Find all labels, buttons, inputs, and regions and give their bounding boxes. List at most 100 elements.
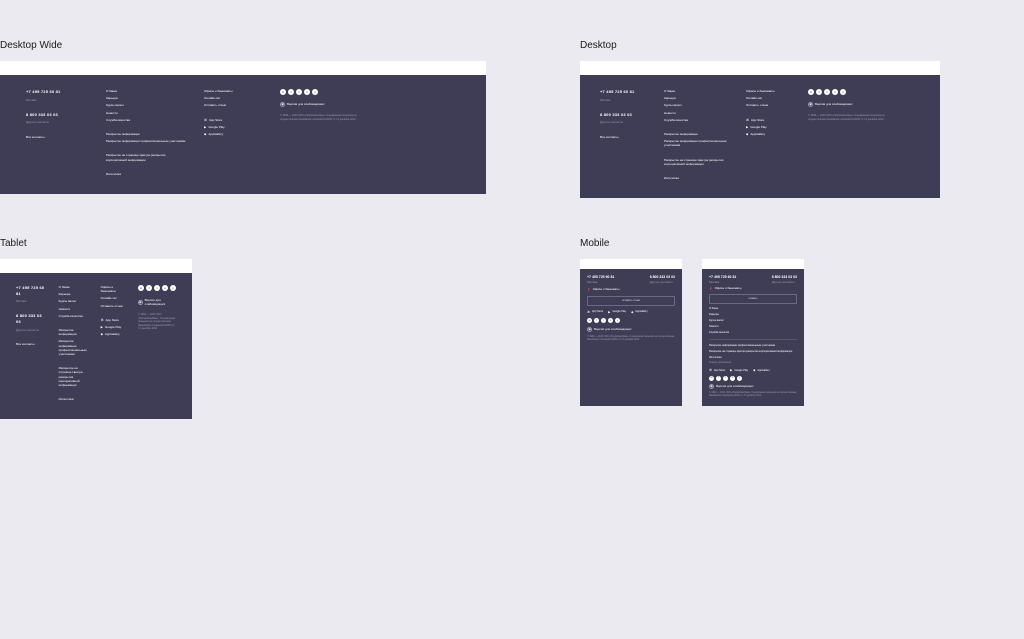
support-offices[interactable]: Офисы и банкоматы — [101, 285, 124, 293]
social-fb-icon[interactable]: f — [146, 285, 152, 291]
social-vk-icon[interactable]: w — [587, 318, 592, 323]
accessibility-link[interactable]: ◉ Версия для слабовидящих — [709, 384, 797, 389]
nav-blog[interactable]: Интеллика — [59, 397, 87, 401]
support-offices[interactable]: 📍 Офисы и банкоматы — [709, 287, 797, 291]
phone-free[interactable]: 8 800 333 03 03 — [600, 112, 650, 118]
social-ok-icon[interactable]: o — [730, 376, 735, 381]
nav-disclosure-pro[interactable]: Раскрытие информации профессиональным уч… — [709, 344, 797, 348]
social-tw-icon[interactable]: t — [824, 89, 830, 95]
app-gallery-link[interactable]: ◆AppGallery — [101, 332, 124, 336]
call-button[interactable]: позвать — [709, 294, 797, 304]
social-ok-icon[interactable]: o — [832, 89, 838, 95]
social-vk-icon[interactable]: w — [138, 285, 144, 291]
nav-blog[interactable]: Интеллика — [664, 176, 732, 180]
google-play-link[interactable]: ▶Google Play — [101, 325, 124, 329]
social-yt-icon[interactable]: y — [615, 318, 620, 323]
support-chat[interactable]: Онлайн-чат — [746, 96, 794, 100]
nav-disclosure[interactable]: Раскрытие информации — [664, 132, 732, 136]
nav-about[interactable]: О банке — [709, 307, 797, 311]
social-tw-icon[interactable]: t — [154, 285, 160, 291]
social-fb-icon[interactable]: f — [816, 89, 822, 95]
app-gallery-link[interactable]: ◆AppGallery — [753, 368, 770, 372]
phone-moscow[interactable]: +7 495 725 60 81 — [26, 89, 88, 95]
nav-social[interactable]: Служба качества — [106, 118, 186, 122]
nav-news[interactable]: Новости — [59, 307, 87, 311]
nav-exchange[interactable]: Курсы валют — [709, 319, 797, 323]
phone-moscow[interactable]: +7 495 725 60 81 — [600, 89, 650, 95]
phone-free[interactable]: 8 800 333 03 03 — [16, 313, 45, 324]
all-contacts-link[interactable]: Все контакты — [600, 135, 650, 139]
app-store-link[interactable]: ⌘App Store — [709, 368, 725, 372]
support-feedback[interactable]: Оставить отзыв — [746, 103, 794, 107]
nav-disclosure-center[interactable]: Раскрытие на странице Центра раскрытия к… — [664, 158, 732, 166]
support-feedback[interactable]: Оставить отзыв — [101, 304, 124, 308]
nav-blog[interactable]: Интеллика — [709, 356, 797, 360]
social-tw-icon[interactable]: t — [601, 318, 606, 323]
google-play-link[interactable]: ▶Google Play — [204, 125, 262, 129]
social-fb-icon[interactable]: f — [594, 318, 599, 323]
accessibility-link[interactable]: ◉ Версия для слабовидящих — [808, 102, 920, 107]
social-ok-icon[interactable]: o — [162, 285, 168, 291]
social-yt-icon[interactable]: y — [170, 285, 176, 291]
phone-moscow[interactable]: +7 495 725 60 81 — [16, 285, 45, 296]
nav-social[interactable]: Служба качества — [664, 118, 732, 122]
nav-disclosure-center[interactable]: Раскрытие на странице Центра раскрытия к… — [709, 350, 797, 354]
social-tw-icon[interactable]: t — [723, 376, 728, 381]
google-play-link[interactable]: ▶Google Play — [730, 368, 748, 372]
nav-careers[interactable]: Карьера — [106, 96, 186, 100]
support-feedback[interactable]: Оставить отзыв — [204, 103, 262, 107]
support-chat[interactable]: Онлайн-чат — [204, 96, 262, 100]
accessibility-link[interactable]: ◉ Версия для слабовидящих — [587, 327, 675, 332]
nav-disclosure-pro[interactable]: Раскрытие информации профессиональным уч… — [106, 139, 186, 143]
support-offices[interactable]: 📍 Офисы и банкоматы — [587, 288, 675, 292]
support-offices[interactable]: Офисы и банкоматы — [204, 89, 262, 93]
nav-about[interactable]: О банке — [59, 285, 87, 289]
nav-exchange[interactable]: Курсы валют — [59, 299, 87, 303]
nav-disclosure-pro[interactable]: Раскрытие информации профессиональным уч… — [664, 139, 732, 147]
social-fb-icon[interactable]: f — [716, 376, 721, 381]
social-yt-icon[interactable]: y — [737, 376, 742, 381]
app-gallery-link[interactable]: ◆AppGallery — [746, 132, 794, 136]
app-store-link[interactable]: ⌘App Store — [746, 118, 794, 122]
nav-news[interactable]: Новости — [106, 111, 186, 115]
nav-news[interactable]: Новости — [664, 111, 732, 115]
social-vk-icon[interactable]: w — [808, 89, 814, 95]
social-ok-icon[interactable]: o — [304, 89, 310, 95]
nav-about[interactable]: О банке — [106, 89, 186, 93]
app-gallery-link[interactable]: ◆AppGallery — [204, 132, 262, 136]
google-play-link[interactable]: ▶Google Play — [608, 310, 626, 314]
nav-disclosure[interactable]: Раскрытие информации — [106, 132, 186, 136]
social-vk-icon[interactable]: w — [280, 89, 286, 95]
nav-disclosure-center[interactable]: Раскрытие на странице Центра раскрытия к… — [59, 366, 87, 387]
nav-careers[interactable]: Карьера — [709, 313, 797, 317]
nav-news[interactable]: Новости — [709, 325, 797, 329]
nav-social[interactable]: Служба качества — [709, 331, 797, 335]
social-fb-icon[interactable]: f — [288, 89, 294, 95]
google-play-link[interactable]: ▶Google Play — [746, 125, 794, 129]
social-ok-icon[interactable]: o — [608, 318, 613, 323]
app-gallery-link[interactable]: ◆AppGallery — [631, 310, 648, 314]
feedback-button[interactable]: оставить отзыв — [587, 296, 675, 306]
social-tw-icon[interactable]: t — [296, 89, 302, 95]
nav-social[interactable]: Служба качества — [59, 314, 87, 318]
accessibility-link[interactable]: ◉ Версия для слабовидящих — [138, 298, 176, 306]
phone-free[interactable]: 8 800 333 03 03 — [26, 112, 88, 118]
social-yt-icon[interactable]: y — [840, 89, 846, 95]
all-contacts-link[interactable]: Все контакты — [26, 135, 88, 139]
nav-exchange[interactable]: Курсы валют — [664, 103, 732, 107]
support-offices[interactable]: Офисы и банкоматы — [746, 89, 794, 93]
app-store-link[interactable]: ⌘App Store — [587, 310, 603, 314]
support-chat[interactable]: Онлайн-чат — [101, 296, 124, 300]
nav-about[interactable]: О банке — [664, 89, 732, 93]
all-contacts-link[interactable]: Все контакты — [16, 342, 45, 346]
nav-disclosure-center[interactable]: Раскрытие на странице Центра раскрытия к… — [106, 153, 186, 161]
nav-careers[interactable]: Карьера — [59, 292, 87, 296]
app-store-link[interactable]: ⌘App Store — [101, 318, 124, 322]
nav-disclosure-pro[interactable]: Раскрытие информации профессиональным уч… — [59, 339, 87, 356]
nav-disclosure[interactable]: Раскрытие информации — [59, 328, 87, 336]
nav-exchange[interactable]: Курсы валют — [106, 103, 186, 107]
app-store-link[interactable]: ⌘App Store — [204, 118, 262, 122]
accessibility-link[interactable]: ◉ Версия для слабовидящих — [280, 102, 460, 107]
social-vk-icon[interactable]: w — [709, 376, 714, 381]
social-yt-icon[interactable]: y — [312, 89, 318, 95]
